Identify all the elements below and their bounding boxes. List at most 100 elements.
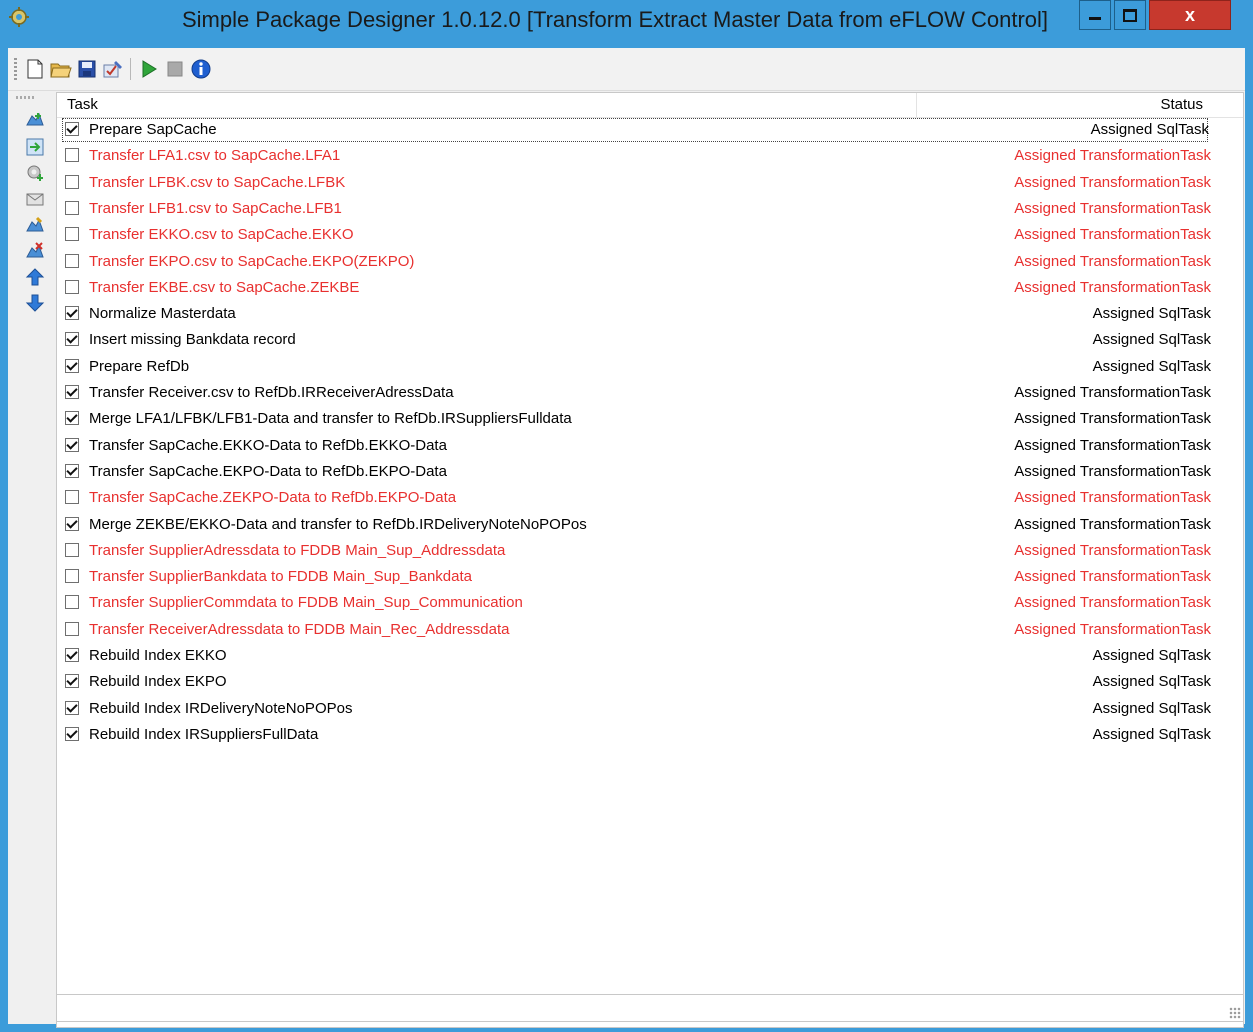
task-checkbox[interactable] [65,463,79,478]
task-checkbox[interactable] [65,253,79,268]
title-bar[interactable]: Simple Package Designer 1.0.12.0 [Transf… [0,0,1253,40]
task-name: Prepare SapCache [89,121,217,138]
task-checkbox[interactable] [65,516,79,531]
edit-check-icon[interactable] [102,58,124,80]
task-row[interactable]: Transfer EKPO.csv to SapCache.EKPO(ZEKPO… [61,249,1211,275]
task-checkbox[interactable] [65,674,79,689]
column-header-status[interactable]: Status [917,93,1203,117]
task-row[interactable]: Merge ZEKBE/EKKO-Data and transfer to Re… [61,512,1211,538]
minimize-icon [1089,16,1101,20]
maximize-button[interactable] [1114,0,1146,30]
task-checkbox[interactable] [65,385,79,399]
task-row[interactable]: Rebuild Index EKPO Assigned SqlTask [61,669,1211,695]
task-row[interactable]: Transfer ReceiverAdressdata to FDDB Main… [61,617,1211,643]
task-name: Transfer EKBE.csv to SapCache.ZEKBE [89,278,360,296]
remove-task-icon[interactable] [24,240,46,262]
task-row[interactable]: Transfer SapCache.EKPO-Data to RefDb.EKP… [61,459,1211,485]
edit-task-icon[interactable] [24,214,46,236]
task-row[interactable]: Transfer EKKO.csv to SapCache.EKKO Assign… [61,222,1211,248]
task-checkbox[interactable] [65,726,79,741]
task-checkbox[interactable] [65,411,79,426]
task-name: Transfer LFB1.csv to SapCache.LFB1 [89,199,342,217]
task-row[interactable]: Rebuild Index EKKO Assigned SqlTask [61,643,1211,669]
info-icon[interactable] [190,58,212,80]
task-checkbox[interactable] [65,490,79,505]
task-checkbox[interactable] [65,332,79,347]
task-status: Assigned TransformationTask [1014,594,1211,612]
task-checkbox[interactable] [65,122,79,136]
task-name: Normalize Masterdata [89,305,236,323]
task-row[interactable]: Transfer SupplierAdressdata to FDDB Main… [61,538,1211,564]
status-bar [56,994,1244,1022]
task-name: Rebuild Index IRDeliveryNoteNoPOPos [89,699,353,717]
task-checkbox[interactable] [65,200,79,215]
task-row[interactable]: Transfer LFB1.csv to SapCache.LFB1 Assign… [61,196,1211,222]
task-status: Assigned TransformationTask [1014,541,1211,559]
task-row[interactable]: Rebuild Index IRDeliveryNoteNoPOPos Assig… [61,696,1211,722]
task-status: Assigned TransformationTask [1014,278,1211,296]
task-checkbox[interactable] [65,306,79,321]
task-row[interactable]: Merge LFA1/LFBK/LFB1-Data and transfer t… [61,406,1211,432]
task-status: Assigned TransformationTask [1014,515,1211,533]
task-checkbox[interactable] [65,700,79,715]
side-toolbar-grip[interactable] [16,96,36,99]
close-button[interactable]: x [1149,0,1231,30]
task-name: Transfer EKPO.csv to SapCache.EKPO(ZEKPO… [89,252,415,270]
window-title: Simple Package Designer 1.0.12.0 [Transf… [181,7,1049,32]
task-name: Transfer ReceiverAdressdata to FDDB Main… [89,620,510,638]
task-checkbox[interactable] [65,621,79,636]
task-row[interactable]: Transfer SupplierBankdata to FDDB Main_S… [61,564,1211,590]
new-file-icon[interactable] [24,58,46,80]
task-checkbox[interactable] [65,174,79,189]
task-status: Assigned SqlTask [1092,331,1211,349]
task-checkbox[interactable] [65,358,79,373]
task-row[interactable]: Transfer SapCache.ZEKPO-Data to RefDb.EK… [61,485,1211,511]
task-checkbox[interactable] [65,279,79,294]
task-status: Assigned TransformationTask [1014,436,1211,454]
add-mail-icon[interactable] [24,188,46,210]
column-header-task[interactable]: Task [57,93,917,117]
task-status: Assigned TransformationTask [1014,410,1211,428]
task-name: Rebuild Index IRSuppliersFullData [89,725,319,743]
minimize-button[interactable] [1079,0,1111,30]
task-checkbox[interactable] [65,227,79,242]
task-row[interactable]: Transfer SupplierCommdata to FDDB Main_S… [61,590,1211,616]
task-row[interactable]: Transfer Receiver.csv to RefDb.IRReceive… [61,380,1211,406]
move-down-icon[interactable] [24,292,46,314]
move-up-icon[interactable] [24,266,46,288]
open-folder-icon[interactable] [50,58,72,80]
task-row[interactable]: Transfer SapCache.EKKO-Data to RefDb.EKK… [61,433,1211,459]
add-sql-icon[interactable] [24,162,46,184]
task-row[interactable]: Prepare RefDb Assigned SqlTask [61,354,1211,380]
task-checkbox[interactable] [65,648,79,662]
app-icon[interactable] [8,6,30,28]
task-name: Transfer SupplierBankdata to FDDB Main_S… [89,568,472,586]
task-list[interactable]: Task Status Prepare SapCache Assigned Sql… [56,92,1244,1028]
add-transformation-icon[interactable] [24,136,46,158]
task-checkbox[interactable] [65,437,79,452]
task-row[interactable]: Transfer EKBE.csv to SapCache.ZEKBE Assig… [61,275,1211,301]
task-status: Assigned TransformationTask [1014,199,1211,217]
task-checkbox[interactable] [65,148,79,163]
task-status: Assigned TransformationTask [1014,226,1211,244]
toolbar-grip[interactable] [14,58,17,80]
task-checkbox[interactable] [65,542,79,557]
task-row[interactable]: Normalize Masterdata Assigned SqlTask [61,301,1211,327]
save-icon[interactable] [76,58,98,80]
task-name: Transfer LFBK.csv to SapCache.LFBK [89,173,346,191]
task-row[interactable]: Prepare SapCache Assigned SqlTask [61,117,1209,143]
task-name: Rebuild Index EKKO [89,647,227,664]
task-checkbox[interactable] [65,595,79,610]
task-row[interactable]: Rebuild Index IRSuppliersFullData Assigne… [61,722,1211,748]
add-task-icon[interactable] [24,110,46,132]
list-header: Task Status [57,93,1243,118]
task-name: Insert missing Bankdata record [89,331,296,349]
resize-grip[interactable] [1229,1007,1241,1019]
task-status: Assigned TransformationTask [1014,568,1211,586]
stop-icon[interactable] [164,58,186,80]
task-row[interactable]: Transfer LFA1.csv to SapCache.LFA1 Assign… [61,143,1211,169]
run-icon[interactable] [138,58,160,80]
task-checkbox[interactable] [65,569,79,584]
task-row[interactable]: Insert missing Bankdata record Assigned S… [61,327,1211,353]
task-row[interactable]: Transfer LFBK.csv to SapCache.LFBK Assign… [61,170,1211,196]
